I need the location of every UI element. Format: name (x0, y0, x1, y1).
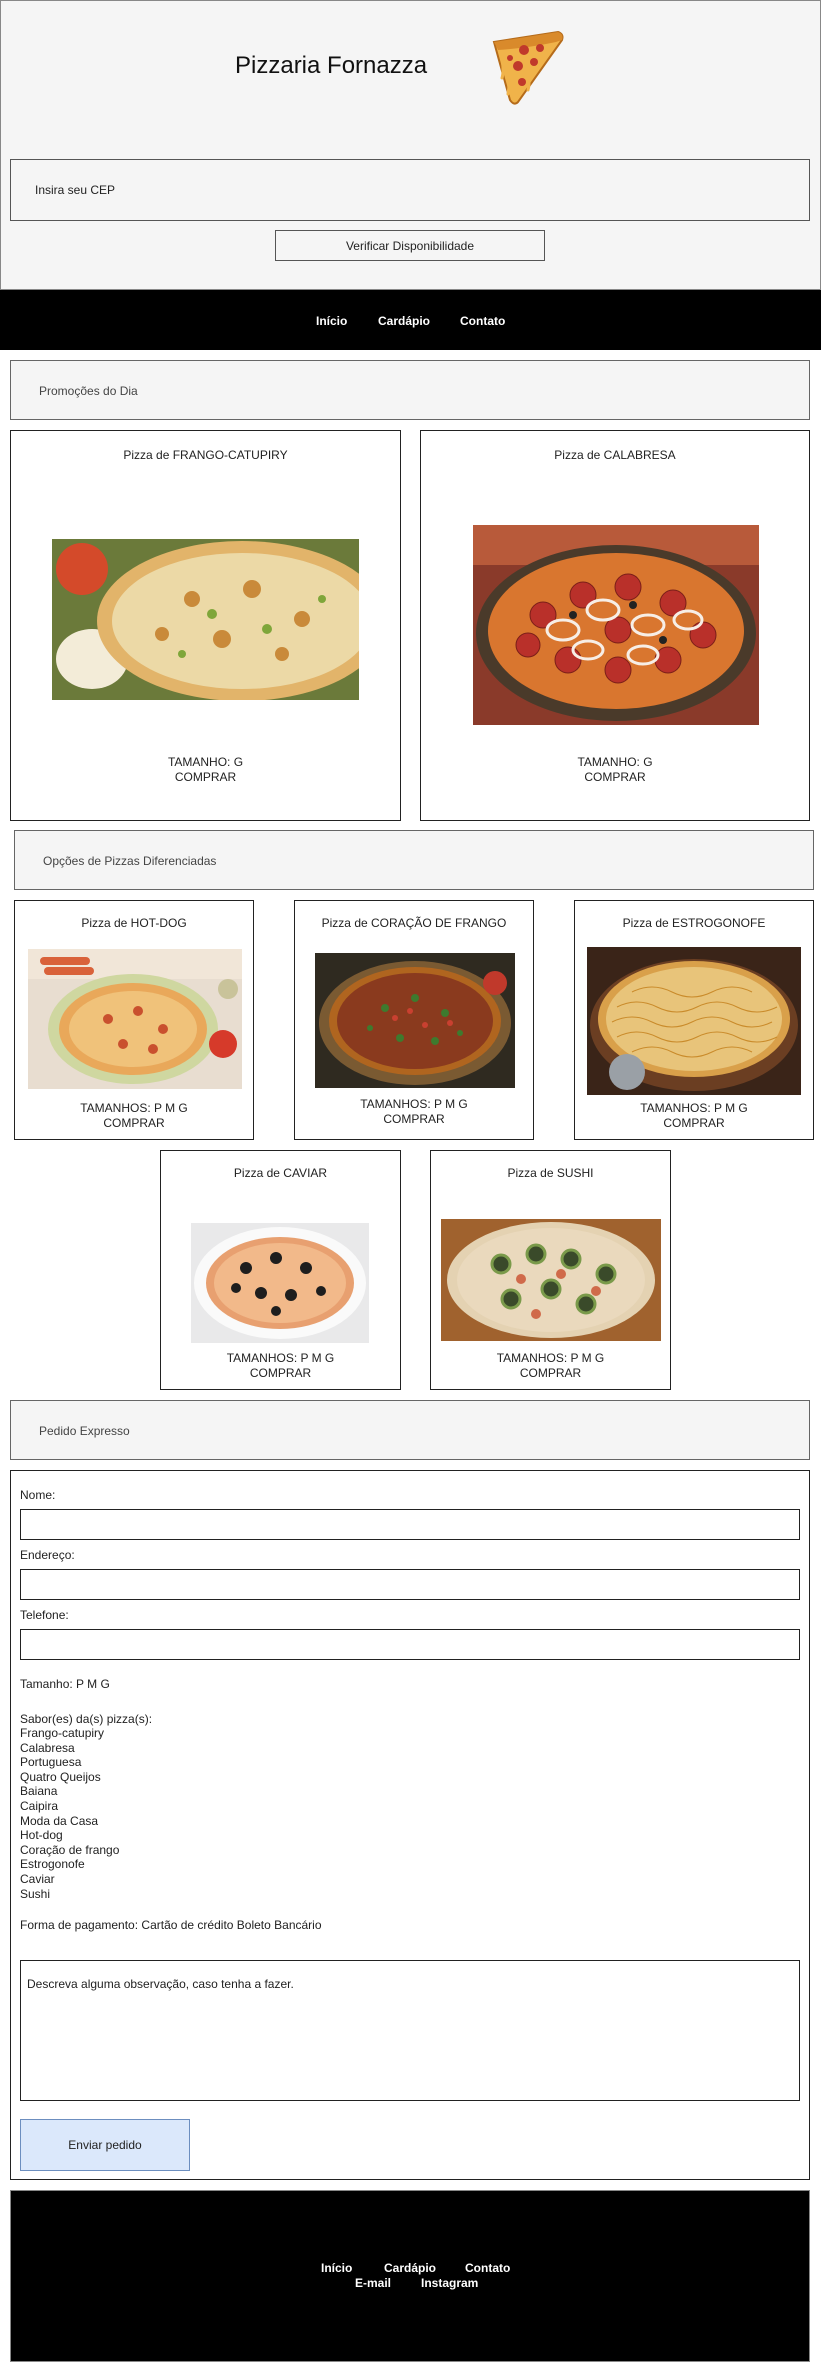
card-title: Pizza de CAVIAR (233, 1166, 328, 1180)
nav-home[interactable]: Início (316, 314, 347, 328)
special-card-coracao: Pizza de CORAÇÃO DE FRANGO TAMANHOS: P M… (294, 900, 534, 1140)
card-size: TAMANHO: G (577, 755, 653, 769)
size-options[interactable]: Tamanho: P M G (20, 1677, 110, 1691)
card-title: Pizza de HOT-DOG (81, 916, 187, 930)
card-size: TAMANHOS: P M G (640, 1101, 748, 1115)
card-title: Pizza de ESTROGONOFE (622, 916, 766, 930)
phone-input[interactable] (20, 1629, 800, 1660)
footer-menu[interactable]: Cardápio (384, 2261, 436, 2275)
flavor-option[interactable]: Calabresa (20, 1741, 75, 1756)
card-title: Pizza de CALABRESA (554, 448, 676, 462)
promos-banner-label: Promoções do Dia (39, 384, 138, 398)
buy-button[interactable]: COMPRAR (575, 1116, 813, 1131)
flavor-option[interactable]: Hot-dog (20, 1828, 63, 1843)
flavor-option[interactable]: Caviar (20, 1872, 55, 1887)
flavor-option[interactable]: Portuguesa (20, 1755, 81, 1770)
special-banner: Opções de Pizzas Diferenciadas (14, 830, 814, 890)
flavor-option[interactable]: Moda da Casa (20, 1814, 98, 1829)
flavor-option[interactable]: Caipira (20, 1799, 58, 1814)
card-size: TAMANHOS: P M G (360, 1097, 468, 1111)
card-title: Pizza de CORAÇÃO DE FRANGO (321, 916, 507, 930)
special-card-hotdog: Pizza de HOT-DOG TAMANHOS: P M G COMPRAR (14, 900, 254, 1140)
order-banner: Pedido Expresso (10, 1400, 810, 1460)
card-size: TAMANHOS: P M G (496, 1351, 605, 1365)
name-label: Nome: (20, 1488, 56, 1502)
pizza-caviar-image (191, 1223, 369, 1343)
address-label: Endereço: (20, 1548, 75, 1562)
name-input[interactable] (20, 1509, 800, 1540)
cep-input[interactable]: Insira seu CEP (10, 159, 810, 221)
pizza-estrogonofe-image (587, 947, 801, 1095)
promos-banner: Promoções do Dia (10, 360, 810, 420)
nav-bar: Início Cardápio Contato (0, 290, 821, 350)
pizza-frango-image (52, 539, 359, 700)
site-title: Pizzaria Fornazza (235, 52, 428, 79)
card-size: TAMANHO: G (167, 755, 244, 769)
buy-button[interactable]: COMPRAR (421, 770, 809, 785)
send-order-button[interactable]: Enviar pedido (20, 2119, 190, 2171)
buy-button[interactable]: COMPRAR (295, 1112, 533, 1127)
buy-button[interactable]: COMPRAR (11, 770, 400, 785)
card-size: TAMANHOS: P M G (226, 1351, 335, 1365)
footer-home[interactable]: Início (321, 2261, 352, 2275)
flavor-option[interactable]: Quatro Queijos (20, 1770, 101, 1785)
special-card-caviar: Pizza de CAVIAR TAMANHOS: P M G COMPRAR (160, 1150, 401, 1390)
flavor-option[interactable]: Coração de frango (20, 1843, 119, 1858)
check-availability-button[interactable]: Verificar Disponibilidade (275, 230, 545, 261)
special-banner-label: Opções de Pizzas Diferenciadas (43, 854, 217, 868)
pizza-sushi-image (441, 1219, 661, 1341)
pizza-coracao-image (315, 953, 515, 1088)
footer-email[interactable]: E-mail (355, 2276, 391, 2290)
pizza-slice-logo-icon (492, 30, 564, 105)
pizza-calabresa-image (473, 525, 759, 725)
flavors-label: Sabor(es) da(s) pizza(s): (20, 1712, 153, 1726)
buy-button[interactable]: COMPRAR (431, 1366, 670, 1381)
notes-placeholder: Descreva alguma observação, caso tenha a… (27, 1977, 294, 1991)
card-size: TAMANHOS: P M G (80, 1101, 188, 1115)
flavor-option[interactable]: Sushi (20, 1887, 50, 1902)
special-card-sushi: Pizza de SUSHI TAMANHOS: P M G COMPRAR (430, 1150, 671, 1390)
buy-button[interactable]: COMPRAR (161, 1366, 400, 1381)
footer-contact[interactable]: Contato (465, 2261, 510, 2275)
footer: Início Cardápio Contato E-mail Instagram (10, 2190, 810, 2362)
special-card-estrogonofe: Pizza de ESTROGONOFE TAMANHOS: P M G COM… (574, 900, 814, 1140)
notes-textarea[interactable]: Descreva alguma observação, caso tenha a… (20, 1960, 800, 2101)
nav-menu[interactable]: Cardápio (378, 314, 430, 328)
cep-placeholder: Insira seu CEP (35, 183, 116, 197)
order-banner-label: Pedido Expresso (39, 1424, 130, 1438)
footer-instagram[interactable]: Instagram (421, 2276, 478, 2290)
nav-contact[interactable]: Contato (460, 314, 505, 328)
payment-options[interactable]: Forma de pagamento: Cartão de crédito Bo… (20, 1918, 322, 1932)
flavor-option[interactable]: Frango-catupiry (20, 1726, 104, 1741)
flavor-option[interactable]: Baiana (20, 1784, 57, 1799)
promo-card-calabresa: Pizza de CALABRESA TAMANHO: G COMPRAR (420, 430, 810, 821)
buy-button[interactable]: COMPRAR (15, 1116, 253, 1131)
flavor-option[interactable]: Estrogonofe (20, 1857, 85, 1872)
card-title: Pizza de FRANGO-CATUPIRY (123, 448, 288, 462)
card-title: Pizza de SUSHI (507, 1166, 594, 1180)
address-input[interactable] (20, 1569, 800, 1600)
pizza-hotdog-image (28, 949, 242, 1089)
phone-label: Telefone: (20, 1608, 69, 1622)
promo-card-frango: Pizza de FRANGO-CATUPIRY TAMANHO: G COMP… (10, 430, 401, 821)
